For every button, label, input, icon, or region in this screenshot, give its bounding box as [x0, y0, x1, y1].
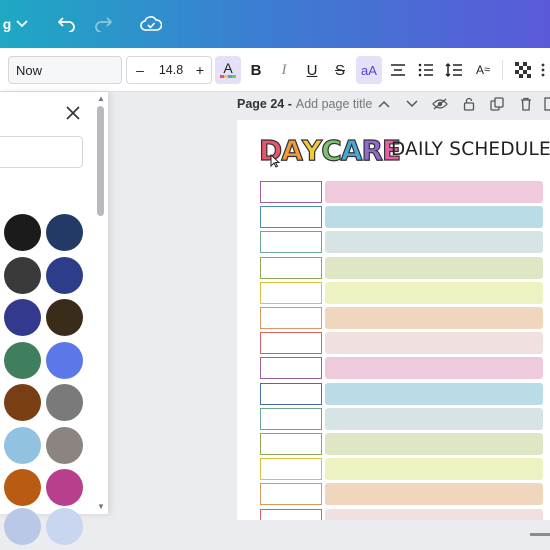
duplicate-page-icon[interactable] [488, 94, 506, 114]
text-effects-icon[interactable]: A ≈ [470, 56, 496, 84]
color-swatch[interactable] [4, 384, 41, 421]
color-swatch[interactable] [4, 508, 41, 545]
daycare-title[interactable]: DAYCARE [258, 133, 401, 167]
time-box[interactable] [260, 231, 322, 254]
color-swatch[interactable] [46, 469, 83, 506]
letter-case-button[interactable]: aA [356, 56, 382, 84]
color-swatch[interactable] [46, 384, 83, 421]
activity-bar[interactable] [325, 281, 543, 304]
chevron-down-icon[interactable] [14, 0, 30, 48]
color-swatch[interactable] [46, 341, 83, 379]
decrease-size-button[interactable]: – [133, 57, 147, 83]
color-swatch[interactable] [46, 299, 83, 336]
italic-button[interactable]: I [271, 56, 297, 84]
color-swatch[interactable] [46, 256, 83, 294]
time-box[interactable] [260, 206, 322, 229]
activity-bar[interactable] [325, 508, 543, 520]
color-search-input[interactable] [0, 136, 83, 168]
color-swatch[interactable] [46, 426, 83, 464]
time-box[interactable] [260, 256, 322, 279]
text-color-button[interactable]: A [215, 56, 241, 84]
activity-bar[interactable] [325, 458, 543, 481]
page-scroll-indicator [530, 533, 550, 536]
time-box[interactable] [260, 508, 322, 520]
scroll-down-arrow-icon[interactable]: ▼ [97, 502, 105, 511]
strikethrough-button[interactable]: S [327, 56, 353, 84]
font-size-input[interactable]: 14.8 [151, 57, 191, 83]
activity-bar[interactable] [325, 332, 543, 355]
text-color-letter: A [223, 60, 233, 76]
daycare-letter: C [321, 133, 343, 167]
activity-bar[interactable] [325, 181, 543, 203]
increase-size-button[interactable]: + [193, 57, 207, 83]
text-toolbar: Now – 14.8 + A B I U S aA A ≈ [0, 48, 550, 92]
cloud-saved-icon[interactable] [136, 0, 166, 48]
mouse-cursor-icon [270, 153, 281, 168]
time-box[interactable] [260, 307, 322, 329]
font-family-dropdown[interactable]: Now [8, 56, 122, 84]
more-options-icon[interactable] [536, 56, 550, 84]
effects-letter: A [475, 63, 484, 77]
time-box[interactable] [260, 332, 322, 355]
activity-bar[interactable] [325, 407, 543, 430]
color-swatch[interactable] [4, 256, 41, 294]
color-swatch[interactable] [46, 508, 83, 545]
activity-bar[interactable] [325, 206, 543, 229]
time-box[interactable] [260, 407, 322, 430]
time-box[interactable] [260, 433, 322, 455]
resize-menu-label[interactable]: g [0, 0, 14, 48]
color-swatch[interactable] [4, 469, 41, 506]
daycare-letter: R [361, 133, 384, 167]
time-box[interactable] [260, 281, 322, 304]
color-swatch[interactable] [4, 214, 41, 251]
activity-bar[interactable] [325, 433, 543, 455]
design-page[interactable]: DAYCARE DAILY SCHEDULE [237, 120, 550, 520]
activity-bar[interactable] [325, 357, 543, 380]
font-size-stepper: – 14.8 + [126, 56, 212, 84]
hide-page-icon[interactable] [431, 94, 449, 114]
close-icon[interactable] [62, 102, 84, 124]
time-box[interactable] [260, 357, 322, 380]
daily-schedule-title[interactable]: DAILY SCHEDULE [391, 139, 550, 160]
activity-bar[interactable] [325, 483, 543, 506]
chevron-up-icon[interactable] [375, 94, 393, 114]
top-bar: g [0, 0, 550, 48]
color-swatch[interactable] [4, 341, 41, 379]
time-box[interactable] [260, 458, 322, 481]
color-swatch[interactable] [4, 426, 41, 464]
bullet-list-icon[interactable] [413, 56, 439, 84]
color-panel: ▲ ▼ [0, 92, 108, 545]
daycare-letter: A [340, 133, 363, 167]
color-swatch[interactable] [4, 299, 41, 336]
activity-bar[interactable] [325, 256, 543, 279]
undo-icon[interactable] [52, 0, 82, 48]
activity-bar[interactable] [325, 307, 543, 329]
time-box[interactable] [260, 483, 322, 506]
page-title-input[interactable]: Add page title [296, 97, 372, 111]
underline-button[interactable]: U [299, 56, 325, 84]
transparency-icon[interactable] [510, 56, 536, 84]
activity-bar[interactable] [325, 231, 543, 254]
toolbar-divider [502, 60, 503, 80]
activity-bar[interactable] [325, 382, 543, 405]
time-box[interactable] [260, 181, 322, 203]
daycare-letter: Y [301, 133, 323, 167]
redo-icon[interactable] [88, 0, 118, 48]
time-box[interactable] [260, 382, 322, 405]
line-spacing-icon[interactable] [441, 56, 467, 84]
page-header: Page 24 - Add page title [237, 94, 372, 114]
daycare-letter: A [281, 133, 304, 167]
lock-icon[interactable] [460, 94, 478, 114]
color-swatch[interactable] [46, 214, 83, 251]
align-center-icon[interactable] [385, 56, 411, 84]
chevron-down-icon[interactable] [403, 94, 421, 114]
trash-icon[interactable] [517, 94, 535, 114]
panel-scrollbar[interactable] [97, 106, 104, 216]
add-page-icon[interactable] [544, 94, 550, 114]
bold-button[interactable]: B [243, 56, 269, 84]
scroll-up-arrow-icon[interactable]: ▲ [97, 94, 105, 103]
page-number: Page 24 - [237, 97, 292, 111]
